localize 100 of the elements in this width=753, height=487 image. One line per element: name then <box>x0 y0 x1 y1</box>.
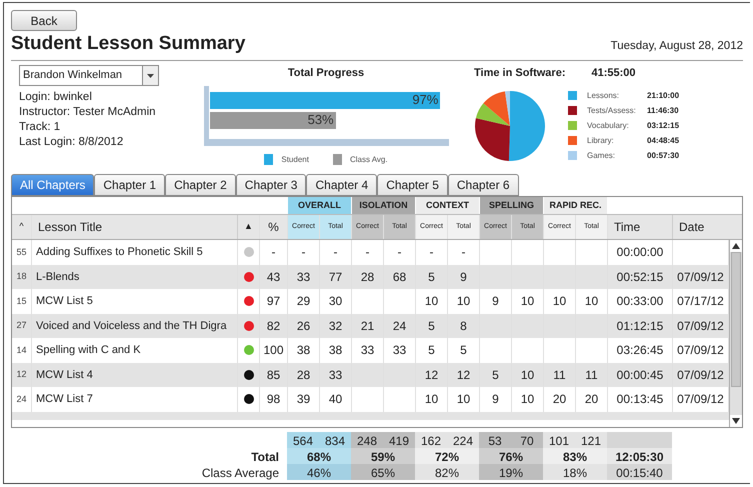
table-cell-text: 28 <box>360 268 374 286</box>
student-dropdown[interactable]: Brandon Winkelman <box>19 65 159 86</box>
table-cell-text: 30 <box>328 293 342 310</box>
chapter-tab[interactable]: All Chapters <box>11 174 94 196</box>
chapter-tab[interactable]: Chapter 6 <box>448 174 519 196</box>
chapter-tab[interactable]: Chapter 1 <box>94 174 166 196</box>
table-cell-text: 82 <box>266 318 280 335</box>
summary-cell: 65% <box>351 464 415 480</box>
table-cell-text: 26 <box>296 318 310 335</box>
table-cell-text: 55 <box>16 246 26 258</box>
chapter-tab[interactable]: Chapter 2 <box>165 174 236 196</box>
table-cell-text: 98 <box>266 391 280 408</box>
table-cell-text: 33 <box>360 342 374 360</box>
scrollbar[interactable] <box>729 240 742 427</box>
table-cell-text: 10 <box>520 293 534 310</box>
table-cell-text: 07/09/12 <box>677 391 724 408</box>
column-header: % <box>268 219 279 236</box>
table-cell-text: 68 <box>392 268 406 286</box>
column-header: Date <box>679 219 704 236</box>
table-cell-text: - <box>462 244 466 262</box>
chapter-tab[interactable]: Chapter 5 <box>377 174 448 196</box>
sort-indicator: ▲ <box>244 220 253 234</box>
group-header: CONTEXT <box>416 197 480 214</box>
scroll-down-icon[interactable] <box>730 415 742 427</box>
instructor-text: Instructor: Tester McAdmin <box>19 105 157 120</box>
table-cell-text: 29 <box>296 293 310 310</box>
chapter-tab[interactable]: Chapter 3 <box>236 174 306 196</box>
table-cell-text: 10 <box>552 293 566 310</box>
login-text: Login: bwinkel <box>19 90 93 105</box>
summary-cell: 834 <box>319 432 351 448</box>
legend-label: Class Avg. <box>350 154 388 166</box>
chapter-tab[interactable]: Chapter 4 <box>306 174 378 196</box>
time-label: Time in Software: <box>474 66 566 81</box>
table-cell-text: - <box>366 244 370 262</box>
table-cell-text: 5 <box>492 366 499 384</box>
summary-cell: 83% <box>543 448 607 464</box>
table-cell-text: 24 <box>392 318 406 335</box>
summary-cell: 68% <box>287 448 351 464</box>
summary-cell: 224 <box>447 432 479 448</box>
lesson-title: Spelling with C and K <box>36 343 141 358</box>
table-cell-text: 00:33:00 <box>616 293 664 310</box>
table-cell-text: - <box>334 244 338 262</box>
group-header: OVERALL <box>288 197 352 214</box>
table-cell-text: 40 <box>328 391 342 408</box>
summary-cell: 121 <box>575 432 607 448</box>
chart-title: Total Progress <box>288 66 364 81</box>
summary-cell: 70 <box>511 432 543 448</box>
legend-label: Lessons: <box>587 90 620 102</box>
summary-cell: 419 <box>383 432 415 448</box>
table-cell-text: 07/17/12 <box>677 293 724 310</box>
table-cell-text: 10 <box>584 293 598 310</box>
value-label: 53% <box>308 111 334 130</box>
row-label: Class Average <box>202 465 280 482</box>
table-cell-text: 00:13:45 <box>616 391 664 408</box>
table-cell-text: 12 <box>456 366 470 384</box>
summary-cell: 18% <box>543 464 607 480</box>
column-header: Time <box>614 219 640 236</box>
group-header: RAPID REC. <box>544 197 608 214</box>
page-title: Student Lesson Summary <box>11 32 246 56</box>
table-cell-text: 32 <box>328 318 342 335</box>
group-header: ISOLATION <box>352 197 416 214</box>
table-cell-text: 07/09/12 <box>677 342 724 360</box>
back-button[interactable]: Back <box>11 10 77 31</box>
table-cell-text: 20 <box>584 391 598 408</box>
legend-label: Games: <box>587 150 616 162</box>
table-cell-text: 11 <box>585 366 598 384</box>
table-cell-text: 5 <box>428 342 435 360</box>
value-label: 97% <box>412 91 438 110</box>
table-cell-text: 12 <box>16 368 26 381</box>
table-cell-text: 00:00:00 <box>616 244 664 262</box>
current-date: Tuesday, August 28, 2012 <box>610 38 743 54</box>
table-cell-text: 39 <box>296 391 310 408</box>
caret-icon <box>147 74 154 78</box>
table-cell-text: 9 <box>460 268 467 286</box>
table-cell-text: 20 <box>552 391 566 408</box>
table-cell-text: 00:00:45 <box>616 366 664 384</box>
summary-cell: 76% <box>479 448 543 464</box>
table-cell-text: 15 <box>16 294 26 308</box>
table-cell-text: 9 <box>492 391 499 408</box>
summary-cell: 101 <box>543 432 575 448</box>
total-time: 41:55:00 <box>591 66 636 81</box>
table-cell-text: 38 <box>296 342 310 360</box>
lesson-title: MCW List 5 <box>36 294 93 309</box>
table-cell-text: 10 <box>520 391 534 408</box>
lesson-title: L-Blends <box>36 270 80 284</box>
table-cell-text: 5 <box>460 342 467 360</box>
table-cell-text: 28 <box>296 366 310 384</box>
summary-cell: 19% <box>479 464 543 480</box>
legend-time: 11:46:30 <box>647 104 679 116</box>
row-label: Total <box>251 449 280 466</box>
table-cell-text: 00:52:15 <box>616 268 664 286</box>
table-cell-text: 43 <box>266 268 280 286</box>
table-cell-text: 33 <box>328 366 342 384</box>
lesson-title: Voiced and Voiceless and the TH Digra <box>36 318 227 334</box>
legend-time: 03:12:15 <box>647 120 680 132</box>
track-text: Track: 1 <box>19 120 62 135</box>
group-header: SPELLING <box>480 197 544 214</box>
table-cell-text: 03:26:45 <box>616 342 664 360</box>
scroll-up-icon[interactable] <box>730 240 742 252</box>
table-cell-text: 5 <box>428 268 435 286</box>
